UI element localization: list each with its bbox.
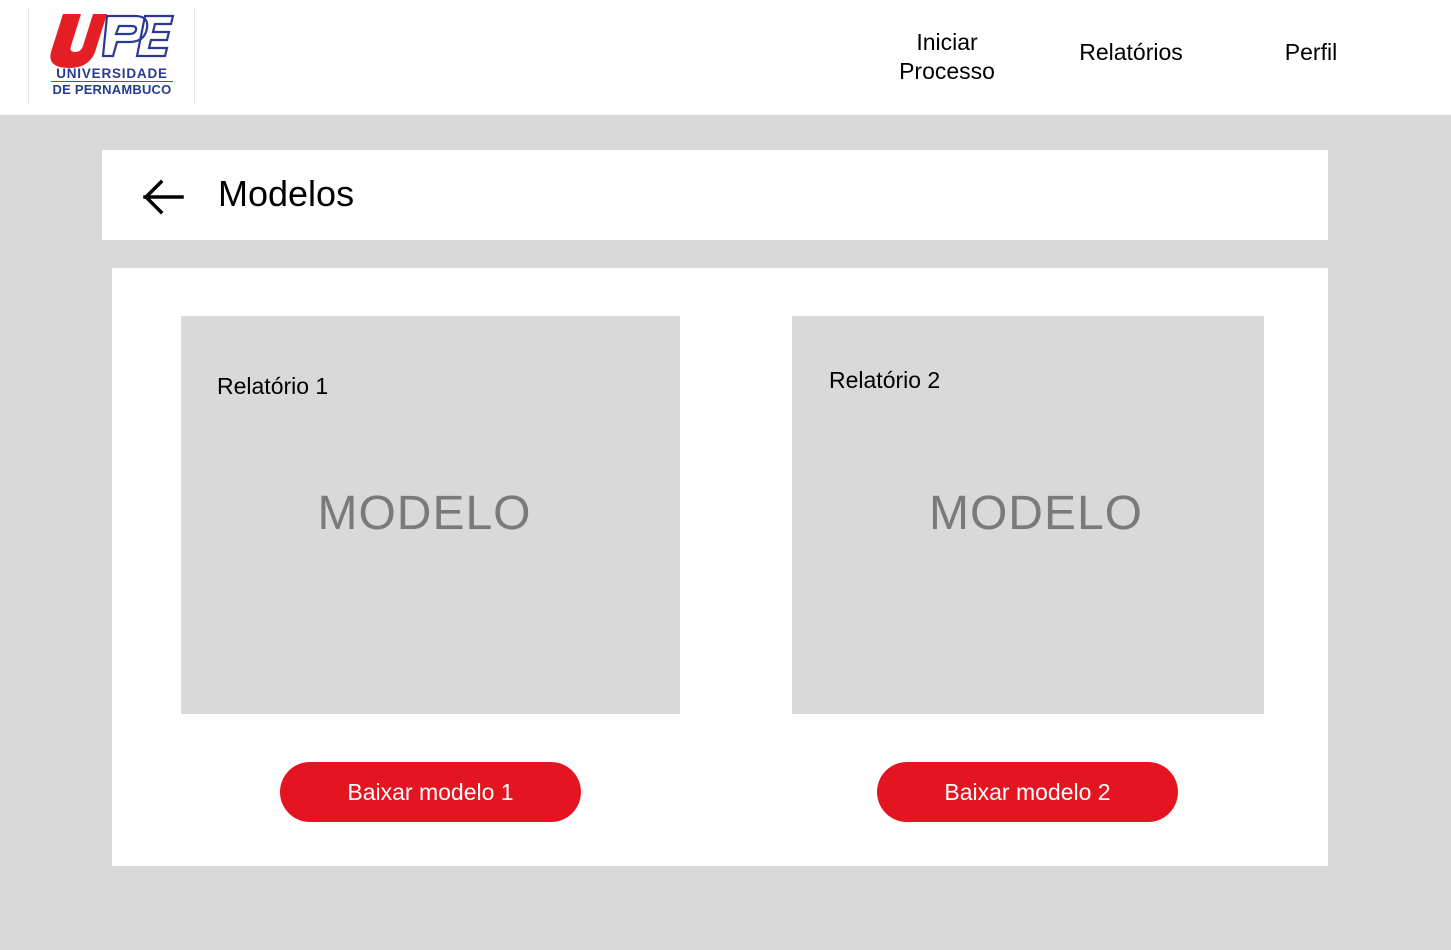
logo-text-line1: UNIVERSIDADE xyxy=(56,66,168,81)
nav-item-label-line1: Iniciar xyxy=(916,29,978,55)
arrow-left-icon xyxy=(143,179,184,215)
download-model-2-button[interactable]: Baixar modelo 2 xyxy=(877,762,1178,822)
model-preview-2: Relatório 2 MODELO xyxy=(792,316,1264,714)
model-placeholder-text: MODELO xyxy=(317,487,532,540)
model-placeholder-text: MODELO xyxy=(928,487,1144,540)
page-header: Modelos xyxy=(102,150,1328,240)
nav-item-iniciar-processo[interactable]: Iniciar Processo xyxy=(880,28,1014,86)
nav-item-perfil[interactable]: Perfil xyxy=(1262,38,1360,67)
model-preview-1: Relatório 1 MODELO xyxy=(181,316,680,714)
upe-logo-mark xyxy=(50,14,175,68)
models-panel: Relatório 1 MODELO Relatório 2 MODELO Ba… xyxy=(112,268,1328,866)
model-label: Relatório 1 xyxy=(217,373,329,399)
back-button[interactable] xyxy=(142,178,186,216)
upe-logo[interactable]: UNIVERSIDADE DE PERNAMBUCO xyxy=(28,8,195,104)
download-model-1-button[interactable]: Baixar modelo 1 xyxy=(280,762,581,822)
nav-item-label-line2: Processo xyxy=(899,58,995,84)
top-navbar: UNIVERSIDADE DE PERNAMBUCO Iniciar Proce… xyxy=(0,0,1451,115)
logo-text-line2: DE PERNAMBUCO xyxy=(52,82,172,97)
nav-item-relatorios[interactable]: Relatórios xyxy=(1060,38,1202,67)
model-label: Relatório 2 xyxy=(829,367,941,393)
page-title: Modelos xyxy=(218,173,355,214)
